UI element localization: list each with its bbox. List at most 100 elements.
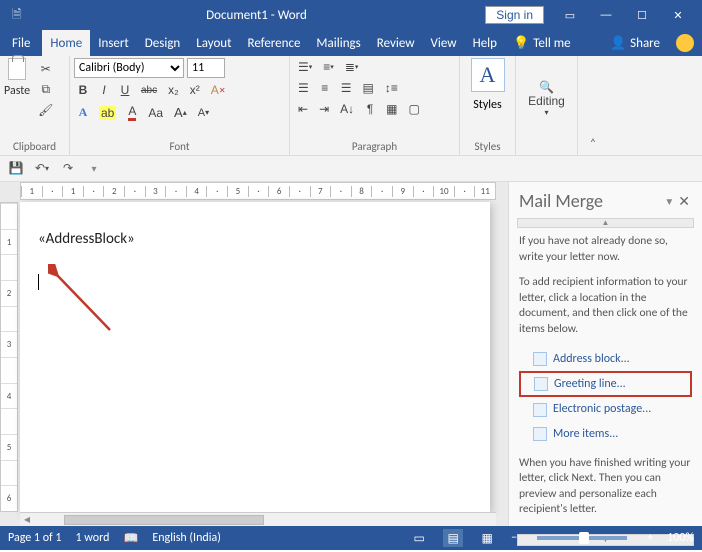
taskpane-scroll-up[interactable]: ▲	[517, 218, 694, 228]
ribbon: Paste ✂ ⧉ 🖌 Clipboard Calibri (Body) 11 …	[0, 56, 702, 156]
italic-button[interactable]: I	[95, 81, 113, 99]
justify-button[interactable]: ▤	[359, 79, 378, 97]
annotation-arrow	[48, 264, 128, 344]
change-case-button[interactable]: Aa	[144, 104, 167, 122]
styles-label[interactable]: Styles	[473, 98, 501, 112]
format-painter-button[interactable]: 🖌	[34, 101, 57, 119]
print-layout-button[interactable]: ▤	[443, 529, 463, 547]
show-marks-button[interactable]: ¶	[361, 100, 379, 118]
horizontal-scrollbar[interactable]: ◂	[20, 512, 496, 526]
taskpane-intro-2: To add recipient information to your let…	[519, 275, 692, 337]
paragraph-group: ☰▾ ≡▾ ≣▾ ☰ ≡ ☰ ▤ ↕≡ ⇤ ⇥ A↓ ¶ ▦ ▢ Paragra…	[290, 56, 460, 155]
font-name-select[interactable]: Calibri (Body)	[74, 58, 184, 78]
bold-button[interactable]: B	[74, 81, 92, 99]
review-tab[interactable]: Review	[369, 30, 423, 56]
paste-icon[interactable]	[8, 58, 26, 80]
home-tab[interactable]: Home	[42, 30, 90, 56]
strike-button[interactable]: abc	[137, 81, 161, 99]
taskpane-menu-button[interactable]: ▼	[664, 195, 674, 208]
spellcheck-icon[interactable]: 📖	[123, 531, 138, 546]
highlight-button[interactable]: ab	[95, 104, 120, 122]
document-icon	[533, 352, 547, 366]
read-mode-button[interactable]: ▭	[409, 529, 429, 547]
language-status[interactable]: English (India)	[152, 531, 220, 545]
font-size-select[interactable]: 11	[187, 58, 225, 78]
multilevel-button[interactable]: ≣▾	[341, 58, 363, 76]
greeting-line-link[interactable]: Greeting line...	[519, 371, 692, 397]
shading-button[interactable]: ▦	[382, 100, 401, 118]
more-items-link[interactable]: More items...	[519, 422, 692, 446]
horizontal-ruler[interactable]: 1·1·2·3·4·5·6·7·8·9·10·11	[20, 182, 496, 200]
clear-format-button[interactable]: A✕	[207, 81, 230, 99]
design-tab[interactable]: Design	[137, 30, 188, 56]
editing-group: 🔍 Editing ▾	[516, 56, 578, 155]
borders-button[interactable]: ▢	[404, 100, 423, 118]
redo-button[interactable]: ↷	[60, 161, 76, 177]
underline-button[interactable]: U	[116, 81, 134, 99]
dec-indent-button[interactable]: ⇤	[294, 100, 312, 118]
work-area: 1·1·2·3·4·5·6·7·8·9·10·11 123456 «Addres…	[0, 182, 702, 526]
file-tab[interactable]: File	[0, 30, 42, 56]
share-button[interactable]: 👤 Share	[602, 30, 668, 56]
shrink-font-button[interactable]: A▾	[194, 104, 213, 122]
align-center-button[interactable]: ≡	[316, 79, 334, 97]
share-icon: 👤	[610, 36, 626, 51]
web-layout-button[interactable]: ▦	[477, 529, 497, 547]
view-tab[interactable]: View	[423, 30, 465, 56]
zoom-in-button[interactable]: +	[647, 531, 653, 545]
help-tab[interactable]: Help	[465, 30, 505, 56]
font-color-button[interactable]: A	[123, 102, 141, 123]
sign-in-button[interactable]: Sign in	[485, 6, 544, 24]
document-page[interactable]: «AddressBlock»	[20, 202, 490, 512]
close-button[interactable]: ✕	[660, 0, 696, 30]
taskpane-body: If you have not already done so, write y…	[509, 234, 702, 528]
vertical-ruler[interactable]: 123456	[0, 202, 18, 512]
text-effects-button[interactable]: A	[74, 103, 92, 122]
electronic-postage-link[interactable]: Electronic postage...	[519, 397, 692, 421]
mailings-tab[interactable]: Mailings	[308, 30, 368, 56]
save-button[interactable]: 💾	[8, 161, 24, 177]
minimize-button[interactable]: —	[588, 0, 624, 30]
references-tab[interactable]: Reference	[240, 30, 309, 56]
insert-tab[interactable]: Insert	[90, 30, 137, 56]
align-left-button[interactable]: ☰	[294, 79, 313, 97]
title-bar: 🗎 Document1 - Word Sign in ▭ — ☐ ✕	[0, 0, 702, 30]
paste-button[interactable]: Paste	[4, 84, 30, 98]
word-count[interactable]: 1 word	[76, 531, 110, 545]
styles-group: A Styles Styles	[460, 56, 516, 155]
more-items-label: More items...	[553, 426, 618, 442]
share-label: Share	[630, 36, 660, 51]
quick-access-toolbar: 💾 ↶▾ ↷ ▾	[0, 156, 702, 182]
styles-gallery-button[interactable]: A	[471, 58, 505, 92]
numbering-button[interactable]: ≡▾	[319, 58, 338, 76]
feedback-button[interactable]	[668, 30, 702, 56]
bullets-button[interactable]: ☰▾	[294, 58, 316, 76]
sort-button[interactable]: A↓	[336, 100, 358, 118]
taskpane-close-button[interactable]: ✕	[674, 193, 694, 210]
grow-font-button[interactable]: A▴	[170, 103, 191, 122]
ribbon-display-icon[interactable]: ▭	[552, 0, 588, 30]
editing-label: Editing	[528, 94, 565, 108]
zoom-slider[interactable]	[537, 536, 627, 540]
address-block-label: Address block...	[553, 351, 630, 367]
line-spacing-button[interactable]: ↕≡	[381, 79, 402, 97]
zoom-level[interactable]: 100%	[667, 531, 694, 545]
layout-tab[interactable]: Layout	[188, 30, 239, 56]
tell-me[interactable]: 💡Tell me	[505, 30, 579, 56]
subscript-button[interactable]: x₂	[164, 81, 183, 99]
superscript-button[interactable]: x²	[186, 81, 204, 99]
address-block-link[interactable]: Address block...	[519, 347, 692, 371]
taskpane-title: Mail Merge	[519, 190, 660, 212]
merge-field-addressblock[interactable]: «AddressBlock»	[38, 230, 472, 248]
collapse-ribbon-button[interactable]: ˄	[578, 56, 608, 155]
align-right-button[interactable]: ☰	[337, 79, 356, 97]
page-count[interactable]: Page 1 of 1	[8, 531, 62, 545]
qat-customize-button[interactable]: ▾	[86, 161, 102, 177]
editing-button[interactable]: 🔍 Editing ▾	[524, 78, 569, 119]
zoom-out-button[interactable]: −	[511, 531, 517, 545]
inc-indent-button[interactable]: ⇥	[315, 100, 333, 118]
undo-button[interactable]: ↶▾	[34, 161, 50, 177]
cut-button[interactable]: ✂	[34, 60, 57, 78]
copy-button[interactable]: ⧉	[34, 80, 57, 99]
maximize-button[interactable]: ☐	[624, 0, 660, 30]
